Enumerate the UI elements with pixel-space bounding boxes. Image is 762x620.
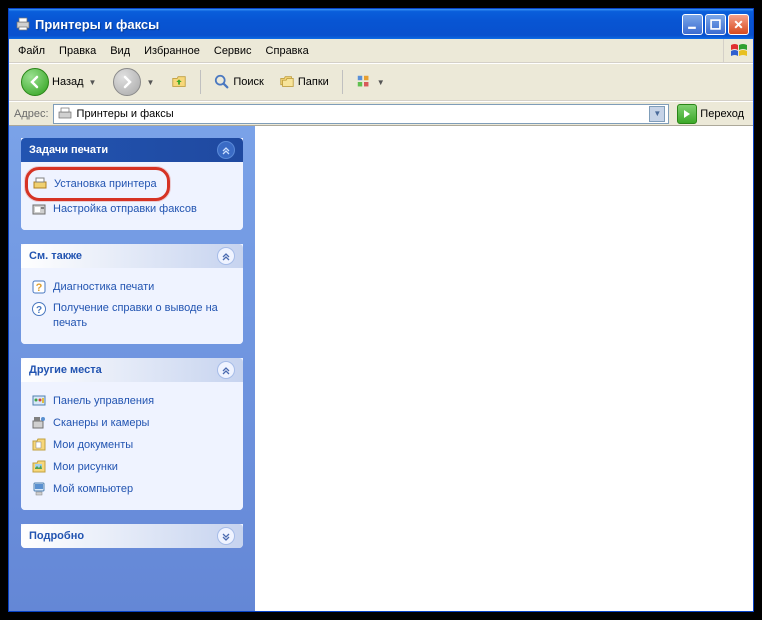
documents-folder-icon bbox=[31, 437, 47, 453]
place-control-panel[interactable]: Панель управления bbox=[31, 390, 233, 412]
panel-title: См. также bbox=[29, 250, 82, 262]
address-input[interactable]: Принтеры и факсы ▼ bbox=[53, 104, 670, 124]
place-label: Мои рисунки bbox=[53, 461, 118, 473]
panel-other-places: Другие места Панель управления Сканеры и… bbox=[21, 358, 243, 510]
panel-title: Задачи печати bbox=[29, 144, 108, 156]
expand-icon[interactable] bbox=[217, 527, 235, 545]
search-button[interactable]: Поиск bbox=[208, 70, 269, 94]
go-label: Переход bbox=[700, 108, 744, 120]
svg-text:?: ? bbox=[36, 305, 42, 316]
collapse-icon[interactable] bbox=[217, 361, 235, 379]
task-label: Диагностика печати bbox=[53, 281, 154, 293]
panel-details: Подробно bbox=[21, 524, 243, 548]
task-print-help[interactable]: ? Получение справки о выводе на печать bbox=[31, 298, 233, 334]
help-icon: ? bbox=[31, 301, 47, 317]
scanner-icon bbox=[31, 415, 47, 431]
back-button[interactable]: Назад ▼ bbox=[15, 64, 104, 100]
separator bbox=[200, 70, 201, 94]
separator bbox=[342, 70, 343, 94]
panel-header-tasks[interactable]: Задачи печати bbox=[21, 138, 243, 162]
task-fax-setup[interactable]: Настройка отправки факсов bbox=[31, 198, 233, 220]
file-list-area[interactable] bbox=[255, 126, 753, 611]
folder-up-icon bbox=[171, 74, 187, 90]
minimize-button[interactable] bbox=[682, 14, 703, 35]
views-icon bbox=[356, 74, 372, 90]
install-printer-highlight: Установка принтера bbox=[25, 167, 170, 201]
back-label: Назад bbox=[52, 76, 84, 88]
folders-label: Папки bbox=[298, 76, 329, 88]
addressbar: Адрес: Принтеры и факсы ▼ Переход bbox=[9, 101, 753, 125]
panel-printer-tasks: Задачи печати Установка принтера Настрой… bbox=[21, 138, 243, 230]
fax-icon bbox=[31, 201, 47, 217]
close-button[interactable] bbox=[728, 14, 749, 35]
place-label: Мой компьютер bbox=[53, 483, 133, 495]
address-label: Адрес: bbox=[14, 108, 49, 120]
window-title: Принтеры и факсы bbox=[35, 17, 682, 32]
help-question-icon: ? bbox=[31, 279, 47, 295]
panel-header-details[interactable]: Подробно bbox=[21, 524, 243, 548]
search-label: Поиск bbox=[233, 76, 263, 88]
panel-header-places[interactable]: Другие места bbox=[21, 358, 243, 382]
place-label: Сканеры и камеры bbox=[53, 417, 149, 429]
menu-view[interactable]: Вид bbox=[103, 42, 137, 60]
toolbar: Назад ▼ ▼ Поиск Папки ▼ bbox=[9, 63, 753, 101]
xp-flag-icon bbox=[723, 39, 753, 62]
back-dropdown-icon[interactable]: ▼ bbox=[87, 78, 99, 87]
collapse-icon[interactable] bbox=[217, 141, 235, 159]
computer-icon bbox=[31, 481, 47, 497]
panel-header-see-also[interactable]: См. также bbox=[21, 244, 243, 268]
place-scanners[interactable]: Сканеры и камеры bbox=[31, 412, 233, 434]
content-area: Задачи печати Установка принтера Настрой… bbox=[9, 125, 753, 611]
menu-help[interactable]: Справка bbox=[259, 42, 316, 60]
folders-icon bbox=[279, 74, 295, 90]
printer-add-icon bbox=[32, 176, 48, 192]
views-button[interactable]: ▼ bbox=[350, 70, 393, 94]
views-dropdown-icon[interactable]: ▼ bbox=[375, 78, 387, 87]
panel-title: Другие места bbox=[29, 364, 102, 376]
svg-text:?: ? bbox=[36, 282, 43, 294]
printers-icon bbox=[15, 16, 31, 32]
menubar: Файл Правка Вид Избранное Сервис Справка bbox=[9, 39, 753, 63]
address-printers-icon bbox=[57, 106, 73, 122]
panel-title: Подробно bbox=[29, 530, 84, 542]
menu-edit[interactable]: Правка bbox=[52, 42, 103, 60]
place-my-documents[interactable]: Мои документы bbox=[31, 434, 233, 456]
folders-button[interactable]: Папки bbox=[273, 70, 335, 94]
tasks-panel: Задачи печати Установка принтера Настрой… bbox=[9, 126, 255, 611]
collapse-icon[interactable] bbox=[217, 247, 235, 265]
go-icon bbox=[677, 104, 697, 124]
place-label: Мои документы bbox=[53, 439, 133, 451]
search-icon bbox=[214, 74, 230, 90]
pictures-folder-icon bbox=[31, 459, 47, 475]
task-label: Настройка отправки факсов bbox=[53, 203, 197, 215]
back-icon bbox=[21, 68, 49, 96]
control-panel-icon bbox=[31, 393, 47, 409]
task-label: Установка принтера bbox=[54, 178, 157, 190]
place-my-computer[interactable]: Мой компьютер bbox=[31, 478, 233, 500]
address-value: Принтеры и факсы bbox=[77, 108, 646, 120]
up-button[interactable] bbox=[165, 70, 193, 94]
explorer-window: Принтеры и факсы Файл Правка Вид Избранн… bbox=[8, 8, 754, 612]
menu-favorites[interactable]: Избранное bbox=[137, 42, 207, 60]
titlebar[interactable]: Принтеры и факсы bbox=[9, 9, 753, 39]
menu-tools[interactable]: Сервис bbox=[207, 42, 259, 60]
place-label: Панель управления bbox=[53, 395, 154, 407]
forward-dropdown-icon[interactable]: ▼ bbox=[144, 78, 156, 87]
task-print-diagnostics[interactable]: ? Диагностика печати bbox=[31, 276, 233, 298]
address-dropdown-icon[interactable]: ▼ bbox=[649, 106, 665, 122]
task-label: Получение справки о выводе на печать bbox=[53, 301, 233, 331]
forward-button[interactable]: ▼ bbox=[107, 64, 162, 100]
place-my-pictures[interactable]: Мои рисунки bbox=[31, 456, 233, 478]
menu-file[interactable]: Файл bbox=[11, 42, 52, 60]
go-button[interactable]: Переход bbox=[673, 102, 748, 126]
task-install-printer[interactable]: Установка принтера bbox=[32, 173, 157, 195]
panel-see-also: См. также ? Диагностика печати ? Получен… bbox=[21, 244, 243, 344]
maximize-button[interactable] bbox=[705, 14, 726, 35]
forward-icon bbox=[113, 68, 141, 96]
